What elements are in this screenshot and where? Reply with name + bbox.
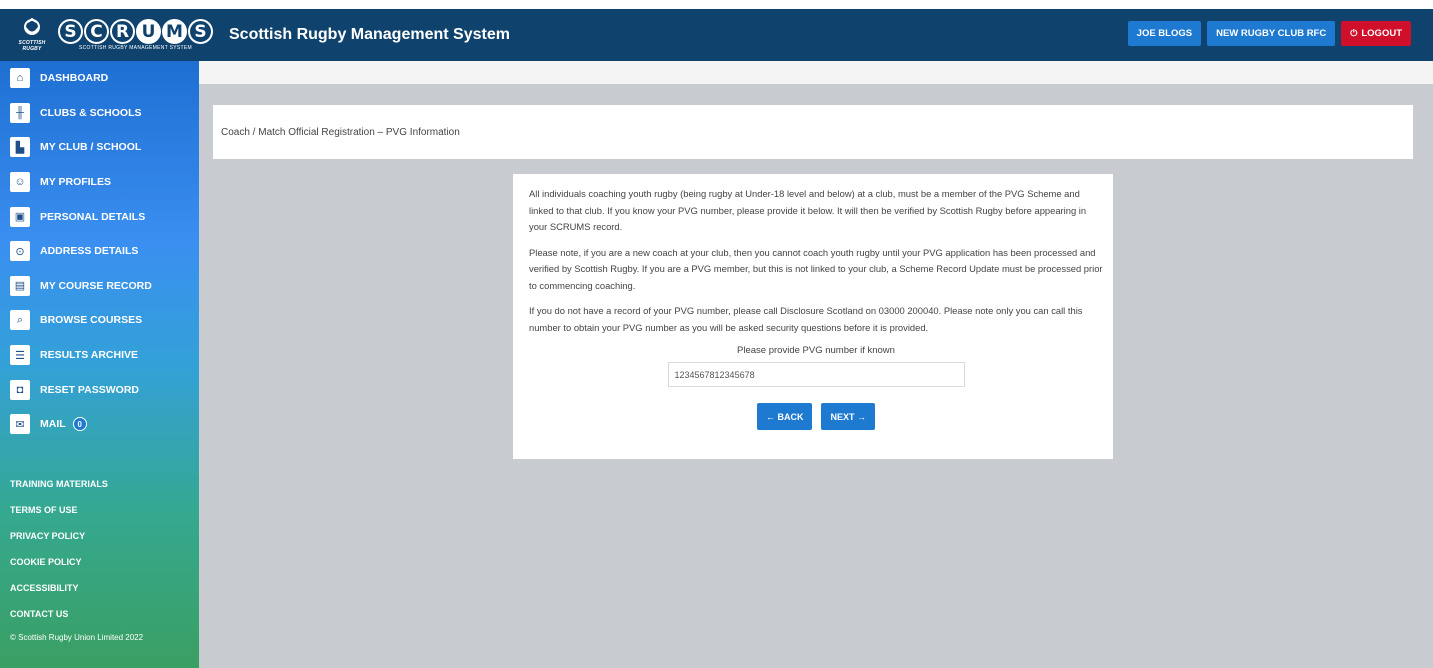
mail-count-badge: 0 bbox=[72, 417, 87, 432]
sidebar-item-label: MY CLUB / SCHOOL bbox=[40, 141, 142, 154]
main-content: Coach / Match Official Registration – PV… bbox=[199, 61, 1433, 668]
sidebar-item-results-archive[interactable]: ☰ RESULTS ARCHIVE bbox=[0, 338, 199, 373]
sidebar-item-label: PERSONAL DETAILS bbox=[40, 210, 146, 223]
sidebar-item-label: MY COURSE RECORD bbox=[40, 279, 152, 292]
app-header: SCOTTISH RUGBY S C R U M S SCOTTISH RUGB… bbox=[0, 9, 1433, 61]
footer-link-contact-us[interactable]: CONTACT US bbox=[0, 601, 199, 627]
sidebar-item-my-course-record[interactable]: ▤ MY COURSE RECORD bbox=[0, 269, 199, 304]
search-document-icon: ⌕ bbox=[10, 310, 30, 331]
id-card-icon: ▣ bbox=[10, 206, 30, 227]
logo-subtitle: SCOTTISH RUGBY MANAGEMENT SYSTEM bbox=[78, 45, 193, 51]
scrums-letters: S C R U M S bbox=[58, 19, 213, 44]
arrow-left-icon: ← bbox=[765, 411, 778, 422]
sidebar-footer: TRAINING MATERIALS TERMS OF USE PRIVACY … bbox=[0, 471, 199, 642]
sidebar-item-clubs-schools[interactable]: ╫ CLUBS & SCHOOLS bbox=[0, 96, 199, 131]
sidebar-item-label: CLUBS & SCHOOLS bbox=[40, 106, 142, 119]
app-title: Scottish Rugby Management System bbox=[229, 26, 510, 43]
footer-link-privacy-policy[interactable]: PRIVACY POLICY bbox=[0, 523, 199, 549]
archive-icon: ☰ bbox=[10, 345, 30, 366]
next-button[interactable]: NEXT → bbox=[821, 403, 876, 430]
sidebar-item-dashboard[interactable]: ⌂ DASHBOARD bbox=[0, 61, 199, 96]
pvg-number-input[interactable] bbox=[667, 362, 965, 387]
sidebar-item-reset-password[interactable]: ◘ RESET PASSWORD bbox=[0, 372, 199, 407]
crest-text: SCOTTISH RUGBY bbox=[18, 40, 46, 52]
info-paragraph: All individuals coaching youth rugby (be… bbox=[529, 188, 1087, 232]
profile-icon: ☺ bbox=[10, 172, 30, 193]
card-buttons: ← BACK NEXT → bbox=[529, 403, 1103, 430]
header-actions: JOE BLOGS NEW RUGBY CLUB RFC ⏻ LOGOUT bbox=[1127, 21, 1411, 46]
pvg-number-label: Please provide PVG number if known bbox=[737, 345, 895, 356]
main-topbar bbox=[199, 61, 1433, 84]
logo-letter: S bbox=[188, 19, 213, 44]
sidebar-item-browse-courses[interactable]: ⌕ BROWSE COURSES bbox=[0, 303, 199, 338]
scrums-logo: S C R U M S SCOTTISH RUGBY MANAGEMENT SY… bbox=[58, 19, 213, 51]
logout-label: LOGOUT bbox=[1361, 28, 1402, 39]
sidebar-item-label: RESULTS ARCHIVE bbox=[40, 349, 139, 362]
sidebar-item-mail[interactable]: ✉ MAIL 0 bbox=[0, 407, 199, 442]
sidebar-item-personal-details[interactable]: ▣ PERSONAL DETAILS bbox=[0, 199, 199, 234]
breadcrumb: Coach / Match Official Registration – PV… bbox=[213, 105, 1413, 159]
logo-letter: M bbox=[162, 19, 187, 44]
footer-link-cookie-policy[interactable]: COOKIE POLICY bbox=[0, 549, 199, 575]
logout-button[interactable]: ⏻ LOGOUT bbox=[1341, 21, 1411, 46]
logo-letter: U bbox=[136, 19, 161, 44]
copyright: © Scottish Rugby Union Limited 2022 bbox=[10, 633, 144, 642]
lock-icon: ◘ bbox=[10, 379, 30, 400]
mail-icon: ✉ bbox=[10, 414, 30, 435]
club-button[interactable]: NEW RUGBY CLUB RFC bbox=[1207, 21, 1336, 46]
sidebar-item-label: DASHBOARD bbox=[40, 72, 109, 85]
info-paragraph: Please note, if you are a new coach at y… bbox=[529, 246, 1103, 291]
scottish-rugby-crest: SCOTTISH RUGBY bbox=[16, 16, 48, 54]
sidebar-item-label: MAIL bbox=[40, 418, 66, 431]
goalposts-icon: ╫ bbox=[10, 102, 30, 123]
logo-letter: S bbox=[58, 19, 83, 44]
sidebar: ⌂ DASHBOARD ╫ CLUBS & SCHOOLS ▙ MY CLUB … bbox=[0, 61, 199, 668]
back-label: BACK bbox=[777, 411, 804, 422]
footer-link-training-materials[interactable]: TRAINING MATERIALS bbox=[0, 471, 199, 497]
logo-letter: C bbox=[84, 19, 109, 44]
sidebar-item-my-profiles[interactable]: ☺ MY PROFILES bbox=[0, 165, 199, 200]
location-pin-icon: ⊙ bbox=[10, 241, 30, 262]
thistle-icon bbox=[24, 18, 40, 35]
sidebar-item-label: ADDRESS DETAILS bbox=[40, 245, 139, 258]
sidebar-item-address-details[interactable]: ⊙ ADDRESS DETAILS bbox=[0, 234, 199, 269]
sidebar-item-label: RESET PASSWORD bbox=[40, 383, 139, 396]
top-strip bbox=[0, 0, 1433, 9]
home-icon: ⌂ bbox=[10, 68, 30, 89]
back-button[interactable]: ← BACK bbox=[756, 403, 813, 430]
footer-link-accessibility[interactable]: ACCESSIBILITY bbox=[0, 575, 199, 601]
clubhouse-icon: ▙ bbox=[10, 137, 30, 158]
logo-letter: R bbox=[110, 19, 135, 44]
sidebar-item-my-club-school[interactable]: ▙ MY CLUB / SCHOOL bbox=[0, 130, 199, 165]
breadcrumb-text: Coach / Match Official Registration – PV… bbox=[221, 126, 460, 138]
pvg-info-card: All individuals coaching youth rugby (be… bbox=[513, 174, 1113, 459]
footer-link-terms-of-use[interactable]: TERMS OF USE bbox=[0, 497, 199, 523]
logo-area[interactable]: SCOTTISH RUGBY S C R U M S SCOTTISH RUGB… bbox=[0, 9, 213, 61]
sidebar-item-label: MY PROFILES bbox=[40, 176, 111, 189]
power-icon: ⏻ bbox=[1350, 28, 1358, 38]
document-icon: ▤ bbox=[10, 275, 30, 296]
sidebar-item-label: BROWSE COURSES bbox=[40, 314, 143, 327]
info-paragraph: If you do not have a record of your PVG … bbox=[529, 305, 1083, 333]
arrow-right-icon: → bbox=[854, 411, 867, 422]
next-label: NEXT bbox=[830, 411, 855, 422]
user-button[interactable]: JOE BLOGS bbox=[1127, 21, 1202, 46]
